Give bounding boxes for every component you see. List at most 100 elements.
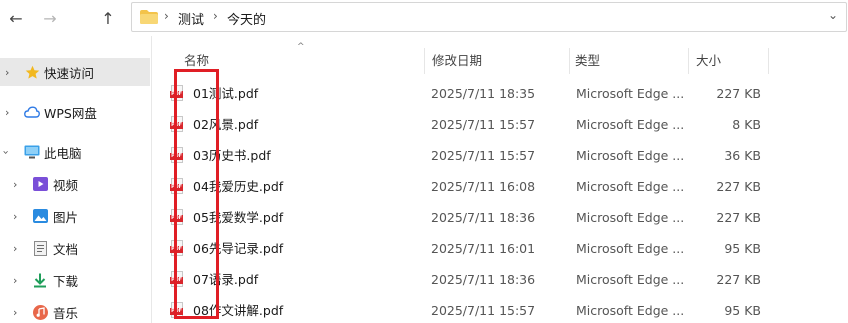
- sidebar-item-pictures[interactable]: › 图片: [0, 202, 150, 230]
- pdf-badge: PDF: [170, 91, 183, 98]
- pdf-badge: PDF: [170, 122, 183, 129]
- expand-chevron-icon[interactable]: ›: [13, 242, 17, 255]
- pdf-badge: PDF: [170, 277, 183, 284]
- pdf-file-icon: PDF: [170, 178, 184, 195]
- download-icon: [32, 272, 48, 288]
- expand-chevron-icon[interactable]: ›: [13, 274, 17, 287]
- video-icon: [32, 176, 48, 192]
- forward-button[interactable]: →: [36, 4, 64, 32]
- file-name[interactable]: 02风景.pdf: [193, 109, 258, 140]
- up-arrow-icon: ↑: [101, 8, 115, 28]
- expand-chevron-icon[interactable]: ›: [5, 106, 9, 119]
- file-size: 95 KB: [724, 303, 761, 318]
- file-row[interactable]: PDF 05我爱数学.pdf 2025/7/11 18:36 Microsoft Ed…: [152, 202, 848, 233]
- collapse-chevron-icon[interactable]: ›: [0, 150, 13, 154]
- document-icon: [32, 240, 48, 256]
- file-name[interactable]: 07语录.pdf: [193, 264, 258, 295]
- pdf-file-icon: PDF: [170, 147, 184, 164]
- breadcrumb-chevron-icon: ›: [213, 9, 218, 23]
- column-header-size[interactable]: 大小: [688, 48, 768, 74]
- file-list: ^ 名称 修改日期 类型 大小 PDF 01测试.pdf 2025/7/11 18:…: [152, 36, 848, 323]
- navigation-bar: ← → ↑ › 测试 › 今天的 ⌄: [0, 0, 848, 36]
- expand-chevron-icon[interactable]: ›: [13, 306, 17, 319]
- file-row[interactable]: PDF 01测试.pdf 2025/7/11 18:35 Microsoft Edge…: [152, 78, 848, 109]
- sidebar-item-label: 音乐: [53, 305, 79, 321]
- back-arrow-icon: ←: [9, 8, 23, 28]
- file-size: 227 KB: [716, 86, 761, 101]
- sidebar-item-label: 快速访问: [44, 65, 95, 81]
- pdf-badge: PDF: [170, 215, 183, 222]
- file-row[interactable]: PDF 07语录.pdf 2025/7/11 18:36 Microsoft Edge…: [152, 264, 848, 295]
- column-header-date[interactable]: 修改日期: [424, 48, 569, 74]
- file-row[interactable]: PDF 06先导记录.pdf 2025/7/11 16:01 Microsoft Ed…: [152, 233, 848, 264]
- sidebar-item-quick-access[interactable]: › 快速访问: [0, 58, 150, 86]
- file-explorer-window: ← → ↑ › 测试 › 今天的 ⌄ › 快速访问 › WPS网盘 › 此电脑 …: [0, 0, 848, 323]
- breadcrumb-item[interactable]: 今天的: [227, 9, 266, 28]
- pdf-file-icon: PDF: [170, 302, 184, 319]
- file-date-modified: 2025/7/11 18:35: [431, 86, 536, 101]
- sidebar-item-downloads[interactable]: › 下载: [0, 266, 150, 294]
- file-type: Microsoft Edge ...: [576, 272, 685, 287]
- up-button[interactable]: ↑: [94, 4, 122, 32]
- file-row[interactable]: PDF 03历史书.pdf 2025/7/11 15:57 Microsoft Edg…: [152, 140, 848, 171]
- file-date-modified: 2025/7/11 15:57: [431, 303, 536, 318]
- file-size: 227 KB: [716, 179, 761, 194]
- file-size: 227 KB: [716, 210, 761, 225]
- sidebar-item-wps-drive[interactable]: › WPS网盘: [0, 98, 150, 126]
- file-name[interactable]: 01测试.pdf: [193, 78, 258, 109]
- file-row[interactable]: PDF 08作文讲解.pdf 2025/7/11 15:57 Microsoft Ed…: [152, 295, 848, 323]
- pdf-file-icon: PDF: [170, 209, 184, 226]
- folder-icon: [140, 10, 158, 24]
- computer-icon: [24, 144, 40, 160]
- file-name[interactable]: 04我爱历史.pdf: [193, 171, 283, 202]
- breadcrumb-chevron-icon: ›: [164, 9, 169, 23]
- sidebar-item-documents[interactable]: › 文档: [0, 234, 150, 262]
- file-date-modified: 2025/7/11 18:36: [431, 272, 536, 287]
- expand-chevron-icon[interactable]: ›: [13, 210, 17, 223]
- column-header-row: 名称 修改日期 类型 大小: [152, 48, 848, 74]
- file-size: 8 KB: [732, 117, 761, 132]
- back-button[interactable]: ←: [2, 4, 30, 32]
- navigation-pane: › 快速访问 › WPS网盘 › 此电脑 › 视频 › 图片 › 文档 › 下载…: [0, 36, 151, 323]
- file-row[interactable]: PDF 04我爱历史.pdf 2025/7/11 16:08 Microsoft Ed…: [152, 171, 848, 202]
- sidebar-item-this-pc[interactable]: › 此电脑: [0, 138, 150, 166]
- file-name[interactable]: 08作文讲解.pdf: [193, 295, 283, 323]
- breadcrumb-item[interactable]: 测试: [178, 9, 204, 28]
- star-icon: [24, 64, 40, 80]
- expand-chevron-icon[interactable]: ›: [13, 178, 17, 191]
- file-name[interactable]: 06先导记录.pdf: [193, 233, 283, 264]
- pdf-file-icon: PDF: [170, 240, 184, 257]
- file-name[interactable]: 05我爱数学.pdf: [193, 202, 283, 233]
- sidebar-item-label: 文档: [53, 241, 79, 257]
- expand-chevron-icon[interactable]: ›: [5, 66, 9, 79]
- file-name[interactable]: 03历史书.pdf: [193, 140, 271, 171]
- pdf-badge: PDF: [170, 184, 183, 191]
- sidebar-item-label: 图片: [53, 209, 79, 225]
- file-date-modified: 2025/7/11 16:01: [431, 241, 536, 256]
- file-type: Microsoft Edge ...: [576, 148, 685, 163]
- file-size: 227 KB: [716, 272, 761, 287]
- sidebar-item-label: 视频: [53, 177, 79, 193]
- file-date-modified: 2025/7/11 16:08: [431, 179, 536, 194]
- file-row[interactable]: PDF 02风景.pdf 2025/7/11 15:57 Microsoft Edge…: [152, 109, 848, 140]
- address-bar[interactable]: › 测试 › 今天的 ⌄: [131, 2, 847, 32]
- pdf-badge: PDF: [170, 153, 183, 160]
- file-type: Microsoft Edge ...: [576, 210, 685, 225]
- sidebar-item-label: WPS网盘: [44, 105, 97, 121]
- sidebar-item-label: 此电脑: [44, 145, 82, 161]
- column-header-name[interactable]: 名称: [176, 48, 424, 74]
- file-type: Microsoft Edge ...: [576, 117, 685, 132]
- file-type: Microsoft Edge ...: [576, 303, 685, 318]
- file-date-modified: 2025/7/11 18:36: [431, 210, 536, 225]
- address-history-dropdown-icon[interactable]: ⌄: [828, 8, 838, 22]
- pdf-badge: PDF: [170, 308, 183, 315]
- cloud-icon: [24, 104, 40, 120]
- column-header-type[interactable]: 类型: [567, 48, 687, 74]
- file-type: Microsoft Edge ...: [576, 241, 685, 256]
- picture-icon: [32, 208, 48, 224]
- file-size: 95 KB: [724, 241, 761, 256]
- sidebar-item-music[interactable]: › 音乐: [0, 298, 150, 323]
- pdf-file-icon: PDF: [170, 85, 184, 102]
- column-resize-handle[interactable]: [768, 48, 769, 74]
- sidebar-item-videos[interactable]: › 视频: [0, 170, 150, 198]
